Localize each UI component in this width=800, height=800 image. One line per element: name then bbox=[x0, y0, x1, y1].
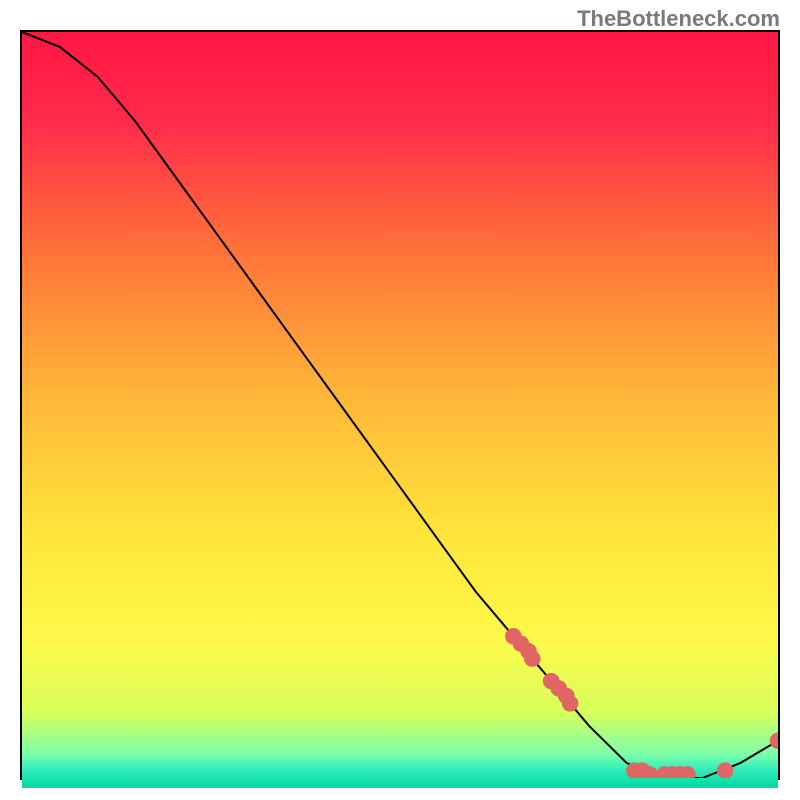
plot-area bbox=[20, 30, 780, 780]
curve-layer bbox=[22, 32, 778, 778]
data-point bbox=[770, 732, 778, 748]
data-point bbox=[524, 650, 541, 666]
data-point bbox=[717, 762, 734, 778]
watermark-text: TheBottleneck.com bbox=[577, 6, 780, 32]
highlighted-points bbox=[505, 628, 778, 778]
chart-container: TheBottleneck.com bbox=[0, 0, 800, 800]
bottleneck-curve bbox=[22, 32, 778, 778]
data-point bbox=[562, 695, 579, 711]
